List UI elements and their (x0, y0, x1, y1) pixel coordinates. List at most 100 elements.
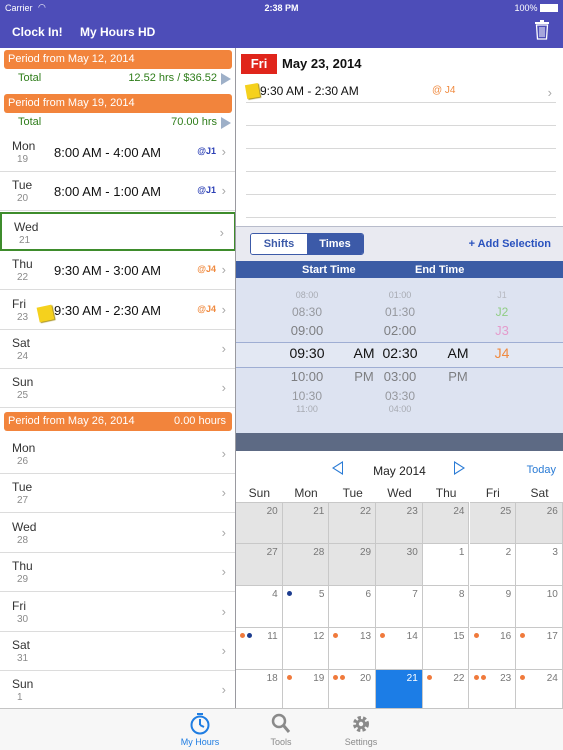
calendar-day[interactable]: 22 (422, 670, 470, 712)
calendar-day[interactable]: 30 (376, 544, 423, 586)
day-row[interactable]: Wed 21 › (0, 211, 236, 251)
calendar-day[interactable]: 22 (329, 502, 377, 544)
calendar-day[interactable]: 24 (422, 502, 470, 544)
calendar-day[interactable]: 14 (376, 628, 423, 670)
day-row[interactable]: Mon 19 8:00 AM - 4:00 AM @J1 › (0, 133, 236, 172)
period-header[interactable]: Period from May 26, 2014 0.00 hours (4, 412, 232, 431)
chevron-right-icon: › (221, 682, 226, 698)
calendar-day[interactable]: 3 (516, 544, 563, 586)
day-number: 27 (17, 495, 29, 507)
calendar-day[interactable]: 13 (329, 628, 377, 670)
event-dot (247, 633, 252, 638)
next-month-icon[interactable] (454, 461, 465, 475)
day-row[interactable]: Sat 31 › (0, 632, 236, 671)
calendar-day[interactable]: 7 (376, 586, 423, 628)
calendar-day[interactable]: 6 (329, 586, 377, 628)
event-dot (473, 675, 479, 680)
day-row[interactable]: Sun 25 › (0, 369, 236, 409)
day-row[interactable]: Thu 22 9:30 AM - 3:00 AM @J4 › (0, 251, 236, 291)
picker-start-value: 08:30 (291, 305, 323, 319)
calendar-day[interactable]: 20 (236, 502, 283, 544)
day-row[interactable]: Mon 26 › (0, 435, 236, 474)
day-row[interactable]: Thu 29 › (0, 553, 236, 593)
period-header[interactable]: Period from May 12, 2014 (4, 50, 232, 69)
weekday-label: Sat (530, 486, 549, 500)
picker-start-value: 08:00 (295, 290, 319, 300)
day-row[interactable]: Sat 24 › (0, 330, 236, 369)
calendar-day[interactable]: 2 (469, 544, 517, 586)
calendar-day[interactable]: 28 (282, 544, 330, 586)
battery-label: 100% (514, 3, 558, 13)
period-header[interactable]: Period from May 19, 2014 (4, 94, 232, 113)
tab-tools[interactable]: Tools (241, 709, 321, 750)
trash-icon[interactable] (534, 20, 550, 40)
calendar-day[interactable]: 12 (282, 628, 330, 670)
add-selection-button[interactable]: + Add Selection (469, 238, 551, 250)
calendar-day-number: 3 (552, 547, 558, 558)
day-number: 31 (17, 653, 29, 664)
picker-job-value: J3 (495, 323, 509, 338)
calendar-day[interactable]: 1 (422, 544, 470, 586)
calendar-day[interactable]: 11 (236, 628, 283, 670)
calendar-day-number: 8 (458, 589, 465, 600)
calendar-day[interactable]: 15 (422, 628, 470, 670)
chevron-right-icon: › (221, 301, 226, 317)
calendar-day[interactable]: 17 (516, 628, 563, 670)
clock-in-button[interactable]: Clock In! (12, 25, 63, 39)
note-icon (244, 82, 261, 100)
day-row[interactable]: Wed 28 › (0, 514, 236, 553)
tab-my-hours[interactable]: My Hours (160, 709, 240, 750)
calendar-day-number: 6 (365, 589, 372, 600)
shift-time: 8:00 AM - 4:00 AM (54, 145, 161, 160)
times-tab[interactable]: Times (307, 234, 363, 254)
calendar-day[interactable]: 10 (516, 586, 563, 628)
calendar-day[interactable]: 4 (236, 586, 283, 628)
shift-row[interactable]: 9:30 AM - 2:30 AM @ J4 › (244, 82, 556, 103)
calendar-grid: 20 21 22 23 24 25 26 27 28 29 30 1 2 3 4 5 6 7 8 9 10 11 12 13 1… (236, 502, 563, 712)
calendar-day-number: 20 (266, 506, 278, 517)
day-row[interactable]: Tue 20 8:00 AM - 1:00 AM @J1 › (0, 172, 236, 212)
tab-settings[interactable]: Settings (321, 709, 401, 750)
calendar-day[interactable]: 18 (236, 670, 283, 712)
calendar-day[interactable]: 23 (376, 502, 423, 544)
day-row[interactable]: Fri 23 9:30 AM - 2:30 AM @J4 › (0, 291, 236, 330)
event-dots (286, 675, 294, 680)
event-dot (333, 675, 339, 680)
period-total[interactable]: Total 70.00 hrs (0, 112, 236, 132)
shifts-tab[interactable]: Shifts (251, 234, 307, 254)
day-name: Thu (12, 559, 33, 574)
calendar-day-number: 5 (318, 589, 325, 600)
picker-job-value: J1 (497, 290, 507, 300)
calendar-day[interactable]: 26 (516, 502, 563, 544)
event-dot (520, 675, 526, 680)
calendar-day[interactable]: 8 (422, 586, 470, 628)
day-row[interactable]: Tue 27 › (0, 474, 236, 514)
calendar-day[interactable]: 24 (516, 670, 563, 712)
day-row[interactable]: Sun 1 › (0, 671, 236, 708)
calendar-day[interactable]: 19 (282, 670, 330, 712)
event-dots (380, 633, 387, 638)
period-total[interactable]: Total 12.52 hrs / $36.52 (0, 68, 236, 88)
chevron-right-icon: › (221, 144, 226, 159)
calendar-day[interactable]: 5 (282, 586, 330, 628)
event-dot (520, 633, 526, 638)
day-row[interactable]: Fri 30 › (0, 593, 236, 632)
picker-end-value: 04:00 (388, 404, 412, 414)
calendar-day[interactable]: 25 (469, 502, 517, 544)
today-button[interactable]: Today (527, 464, 556, 476)
calendar-day-number: 23 (500, 673, 512, 684)
day-number: 30 (17, 613, 29, 625)
battery-icon (540, 4, 558, 12)
calendar-day[interactable]: 21 (282, 502, 330, 544)
calendar-day[interactable]: 21 (376, 670, 423, 712)
day-name: Thu (12, 257, 33, 272)
calendar-day[interactable]: 20 (329, 670, 377, 712)
calendar-day[interactable]: 23 (469, 670, 517, 712)
hours-list[interactable]: Period from May 12, 2014 Total 12.52 hrs… (0, 48, 236, 708)
calendar-day[interactable]: 16 (469, 628, 517, 670)
time-picker[interactable]: 08:00 01:00 J1 08:30 01:30 J2 09:00 02:00 J3 09:3… (236, 278, 563, 433)
calendar-day[interactable]: 27 (236, 544, 283, 586)
calendar-day[interactable]: 29 (329, 544, 377, 586)
picker-end-value: 02:00 (383, 323, 417, 338)
calendar-day[interactable]: 9 (469, 586, 517, 628)
